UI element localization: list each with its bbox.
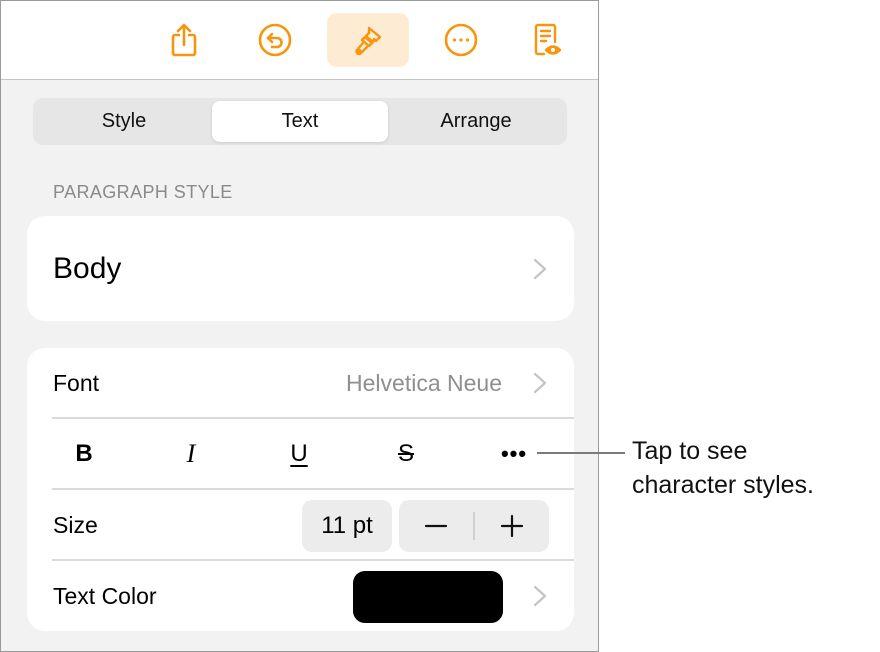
tab-bar: Style Text Arrange <box>33 98 567 145</box>
callout-line-2: character styles. <box>632 471 815 499</box>
text-color-label: Text Color <box>53 582 157 609</box>
font-label: Font <box>53 369 100 396</box>
callout-text: Tap to see character styles. <box>632 434 877 502</box>
paragraph-style-value: Body <box>53 251 122 285</box>
tab-style[interactable]: Style <box>36 101 212 142</box>
bold-button[interactable]: B <box>54 419 114 489</box>
text-color-swatch[interactable] <box>353 571 503 623</box>
text-options-card: Font Helvetica Neue B I U S ••• Size 11 … <box>27 348 574 631</box>
format-button[interactable] <box>327 13 409 67</box>
tab-text[interactable]: Text <box>212 101 388 142</box>
paragraph-style-row[interactable]: Body <box>27 216 574 321</box>
decrease-size-button[interactable] <box>399 500 473 552</box>
tab-arrange[interactable]: Arrange <box>388 101 564 142</box>
font-size-stepper <box>399 500 549 552</box>
paintbrush-icon <box>355 26 382 56</box>
chevron-right-icon <box>533 585 547 607</box>
paragraph-style-card: Body <box>27 216 574 321</box>
chevron-right-icon <box>533 258 547 280</box>
font-value: Helvetica Neue <box>346 369 502 396</box>
toolbar <box>1 1 598 80</box>
size-row: Size 11 pt <box>27 490 574 560</box>
more-icon <box>444 23 478 57</box>
callout-line-1: Tap to see <box>632 437 748 465</box>
underline-button[interactable]: U <box>269 419 329 489</box>
share-icon <box>171 23 197 57</box>
size-label: Size <box>53 511 98 538</box>
reader-view-button[interactable] <box>507 13 589 67</box>
chevron-right-icon <box>533 372 547 394</box>
plus-icon <box>500 514 523 538</box>
undo-button[interactable] <box>234 13 316 67</box>
text-color-row[interactable]: Text Color <box>27 561 574 631</box>
more-button[interactable] <box>420 13 502 67</box>
callout-leader-line <box>537 452 625 454</box>
font-size-field[interactable]: 11 pt <box>302 500 392 552</box>
minus-icon <box>425 524 448 528</box>
undo-icon <box>258 23 292 57</box>
format-panel: Style Text Arrange PARAGRAPH STYLE Body … <box>0 0 599 652</box>
increase-size-button[interactable] <box>475 500 549 552</box>
document-view-icon <box>534 23 562 56</box>
font-row[interactable]: Font Helvetica Neue <box>27 348 574 418</box>
italic-button[interactable]: I <box>161 419 221 489</box>
more-character-styles-button[interactable]: ••• <box>484 419 544 489</box>
paragraph-style-header: PARAGRAPH STYLE <box>53 182 233 202</box>
share-button[interactable] <box>143 13 225 67</box>
strikethrough-button[interactable]: S <box>376 419 436 489</box>
character-styles-row: B I U S ••• <box>27 419 574 489</box>
